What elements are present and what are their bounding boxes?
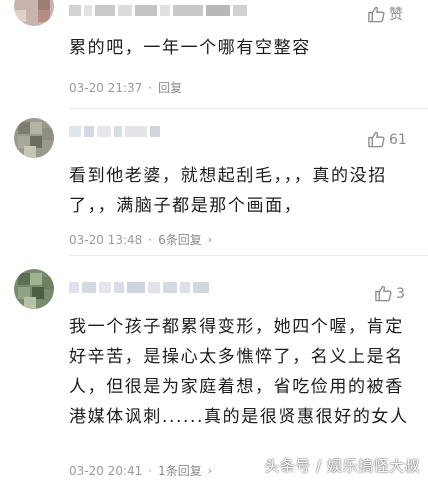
comment-2: 61 看到他老婆，就想起刮毛，，，真的没招了，，满脑子都是那个画面， 03-20… <box>0 109 428 256</box>
like-button[interactable]: 61 <box>367 130 407 149</box>
watermark: 头条号 / 娱乐搞怪大叔 <box>264 457 420 475</box>
replies-link[interactable]: 6条回复 <box>158 231 202 248</box>
timestamp: 03-20 21:37 <box>69 80 143 95</box>
replies-link[interactable]: 1条回复 <box>158 462 202 479</box>
comment-3: 3 我一个孩子都累得变形，她四个喔，肯定好辛苦，是操心太多憔悴了，名义上是名人，… <box>0 256 428 482</box>
meta-separator: · <box>148 80 153 95</box>
timestamp: 03-20 20:41 <box>69 463 143 478</box>
reply-button[interactable]: 回复 <box>158 79 182 96</box>
comment-text: 我一个孩子都累得变形，她四个喔，肯定好辛苦，是操心太多憔悴了，名义上是名人，但很… <box>69 317 409 427</box>
username-blurred[interactable] <box>69 282 209 293</box>
comment-meta: 03-20 21:37 · 回复 <box>69 79 182 96</box>
timestamp: 03-20 13:48 <box>69 232 143 247</box>
avatar[interactable] <box>14 0 54 26</box>
thumbs-up-icon <box>368 6 385 22</box>
comment-1: 赞 累的吧，一年一个哪有空整容 03-20 21:37 · 回复 <box>0 0 428 109</box>
like-count: 赞 <box>389 7 403 23</box>
comment-text: 累的吧，一年一个哪有空整容 <box>69 38 311 58</box>
username-blurred[interactable] <box>69 5 247 16</box>
meta-separator: · <box>148 232 153 247</box>
comment-meta: 03-20 13:48 · 6条回复 › <box>69 231 212 248</box>
username-blurred[interactable] <box>69 126 160 137</box>
chevron-right-icon: › <box>207 464 213 477</box>
chevron-right-icon: › <box>207 233 213 246</box>
like-button[interactable]: 3 <box>374 284 405 303</box>
comment-meta: 03-20 20:41 · 1条回复 › <box>69 462 212 479</box>
like-count: 61 <box>389 131 407 148</box>
comment-text: 看到他老婆，就想起刮毛，，，真的没招了，，满脑子都是那个画面， <box>69 166 387 216</box>
avatar[interactable] <box>14 269 54 309</box>
avatar[interactable] <box>14 118 54 158</box>
like-count: 3 <box>396 285 405 302</box>
like-button[interactable]: 赞 <box>367 4 403 24</box>
meta-separator: · <box>148 463 153 478</box>
thumbs-up-icon <box>368 131 385 148</box>
thumbs-up-icon <box>375 285 392 302</box>
